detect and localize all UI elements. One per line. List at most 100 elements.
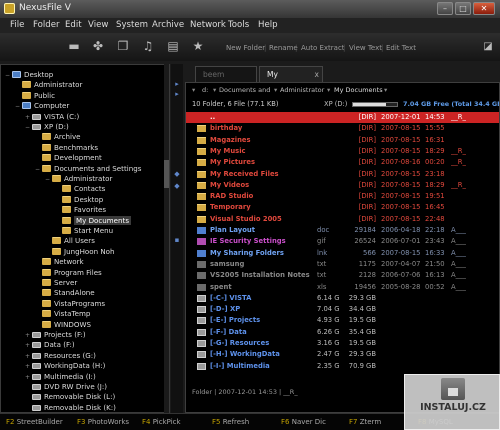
- tree-scrollbar[interactable]: [164, 64, 169, 413]
- tree-node[interactable]: − Desktop: [5, 70, 53, 80]
- documents-icon[interactable]: ❐: [115, 39, 131, 54]
- resize-grip-icon[interactable]: ◪: [480, 39, 496, 54]
- tree-node[interactable]: Desktop: [55, 195, 103, 205]
- file-row[interactable]: My Sharing Folders lnk 566 2007-08-15 16:33 A…: [186, 248, 499, 259]
- folder-tree[interactable]: − Desktop Administrator Public − Computer + VIS…: [0, 64, 170, 413]
- file-row[interactable]: [-I-] Multimedia 2.35 GB 70.9 GB: [186, 361, 499, 372]
- tree-node[interactable]: Administrator: [15, 80, 82, 90]
- tree-expander[interactable]: +: [25, 114, 32, 121]
- tree-node[interactable]: − Documents and Settings: [35, 164, 141, 174]
- fkey-button[interactable]: F5 Refresh: [212, 418, 249, 426]
- tree-node[interactable]: JungHoon Noh: [45, 247, 115, 257]
- tree-node[interactable]: StandAlone: [35, 288, 95, 298]
- tree-expander[interactable]: +: [25, 353, 32, 360]
- tree-expander[interactable]: −: [5, 72, 12, 79]
- menu-folder[interactable]: Folder: [33, 20, 60, 30]
- pinwheel-icon[interactable]: ✤: [90, 39, 106, 54]
- tree-expander[interactable]: −: [35, 166, 42, 173]
- tree-node[interactable]: Public: [15, 91, 55, 101]
- tab-close-icon[interactable]: x: [315, 67, 319, 82]
- menu-help[interactable]: Help: [258, 20, 278, 30]
- tab-my-documents[interactable]: My Documentsx: [259, 66, 323, 94]
- file-row[interactable]: My Music [DIR] 2007-08-15 18:29 __R_: [186, 146, 499, 157]
- chevron-down-icon[interactable]: ▾: [384, 86, 387, 94]
- tree-node[interactable]: + Multimedia (I:): [25, 372, 96, 382]
- edit-text-button[interactable]: Edit Text: [386, 44, 416, 52]
- tree-expander[interactable]: −: [25, 124, 32, 131]
- tree-node[interactable]: + Data (F:): [25, 340, 75, 350]
- file-row[interactable]: Visual Studio 2005 [DIR] 2007-08-15 22:48: [186, 214, 499, 225]
- file-row[interactable]: Plan Layout doc 29184 2006-04-18 22:18 A___: [186, 225, 499, 236]
- chevron-down-icon[interactable]: ▾: [327, 86, 330, 94]
- fkey-button[interactable]: F3 PhotoWorks: [77, 418, 129, 426]
- menu-file[interactable]: File: [10, 20, 24, 30]
- new-folder-button[interactable]: New Folder: [226, 44, 265, 52]
- tree-expander[interactable]: +: [25, 363, 32, 370]
- fkey-button[interactable]: F7 Zterm: [349, 418, 381, 426]
- file-row[interactable]: Magazines [DIR] 2007-08-15 16:31: [186, 135, 499, 146]
- chevron-down-icon[interactable]: ▾: [274, 86, 277, 94]
- tree-node[interactable]: All Users: [45, 236, 95, 246]
- tab-beem[interactable]: beem: [195, 66, 257, 82]
- menu-network[interactable]: Network: [190, 20, 226, 30]
- diamond-icon[interactable]: ◆: [172, 170, 182, 178]
- file-row[interactable]: [-C-] VISTA 6.14 GB 29.3 GB: [186, 293, 499, 304]
- tree-node[interactable]: WINDOWS: [35, 320, 91, 330]
- tree-node[interactable]: Network: [35, 257, 84, 267]
- tree-node[interactable]: Removable Disk (L:): [25, 392, 115, 402]
- music-note-icon[interactable]: ♫: [140, 39, 156, 54]
- menu-view[interactable]: View: [88, 20, 108, 30]
- tree-node[interactable]: + VISTA (C:): [25, 112, 79, 122]
- chevron-down-icon[interactable]: ▾: [213, 86, 216, 94]
- tree-expander[interactable]: +: [25, 342, 32, 349]
- file-row[interactable]: spent xls 19456 2005-08-28 00:52 A___: [186, 282, 499, 293]
- tree-node[interactable]: Program Files: [35, 268, 102, 278]
- file-row[interactable]: IE Security Settings gif 26524 2006-07-01 23…: [186, 236, 499, 247]
- tree-node[interactable]: Start Menu: [55, 226, 113, 236]
- file-row[interactable]: My Received Files [DIR] 2007-08-15 23:18: [186, 169, 499, 180]
- tree-node[interactable]: Development: [35, 153, 102, 163]
- arrow-icon[interactable]: ▸: [172, 80, 182, 88]
- tree-node[interactable]: − XP (D:): [25, 122, 69, 132]
- tree-expander[interactable]: +: [25, 374, 32, 381]
- menu-archive[interactable]: Archive: [152, 20, 184, 30]
- arrow-icon[interactable]: ▸: [172, 90, 182, 98]
- tree-node[interactable]: Server: [35, 278, 77, 288]
- chevron-down-icon[interactable]: ▾: [192, 86, 195, 94]
- minimize-button[interactable]: –: [437, 2, 453, 15]
- tree-node[interactable]: VistaTemp: [35, 309, 90, 319]
- breadcrumb-item[interactable]: d:: [202, 86, 208, 94]
- tree-node[interactable]: VistaPrograms: [35, 299, 105, 309]
- tree-expander[interactable]: −: [45, 176, 52, 183]
- fkey-button[interactable]: F4 PickPick: [142, 418, 181, 426]
- auto-extract-button[interactable]: Auto Extract: [301, 44, 345, 52]
- file-row[interactable]: VS2005 Installation Notes txt 2128 2006-07-…: [186, 270, 499, 281]
- tree-expander[interactable]: −: [15, 103, 22, 110]
- tree-node[interactable]: Contacts: [55, 184, 105, 194]
- breadcrumb-item[interactable]: Documents and: [219, 86, 270, 94]
- fkey-button[interactable]: F6 Naver Dic: [281, 418, 326, 426]
- tree-node[interactable]: + Resources (G:): [25, 351, 96, 361]
- file-row[interactable]: [-F-] Data 6.26 GB 35.4 GB: [186, 327, 499, 338]
- file-row[interactable]: .. [DIR] 2007-12-01 14:53 __R_: [186, 112, 499, 123]
- file-row[interactable]: [-H-] WorkingData 2.47 GB 29.3 GB: [186, 349, 499, 360]
- file-row[interactable]: Temporary [DIR] 2007-08-15 16:45: [186, 202, 499, 213]
- menu-edit[interactable]: Edit: [65, 20, 82, 30]
- tree-expander[interactable]: +: [25, 332, 32, 339]
- file-row[interactable]: My Videos [DIR] 2007-08-15 18:29 __R_: [186, 180, 499, 191]
- scrollbar-thumb[interactable]: [164, 160, 169, 188]
- tree-node[interactable]: Archive: [35, 132, 81, 142]
- file-row[interactable]: samsung txt 1175 2007-04-07 21:50 A___: [186, 259, 499, 270]
- fkey-button[interactable]: F2 StreetBuilder: [6, 418, 63, 426]
- file-row[interactable]: RAD Studio [DIR] 2007-08-15 19:51: [186, 191, 499, 202]
- close-button[interactable]: ✕: [473, 2, 495, 15]
- tree-node[interactable]: + Projects (F:): [25, 330, 86, 340]
- tree-node[interactable]: + WorkingData (H:): [25, 361, 105, 371]
- tree-node[interactable]: DVD RW Drive (J:): [25, 382, 107, 392]
- file-row[interactable]: [-D-] XP 7.04 GB 34.4 GB: [186, 304, 499, 315]
- film-icon[interactable]: ▬: [66, 39, 82, 54]
- star-icon[interactable]: ★: [190, 39, 206, 54]
- breadcrumb-item[interactable]: My Documents: [334, 86, 383, 94]
- maximize-button[interactable]: □: [455, 2, 471, 15]
- tree-node[interactable]: Benchmarks: [35, 143, 98, 153]
